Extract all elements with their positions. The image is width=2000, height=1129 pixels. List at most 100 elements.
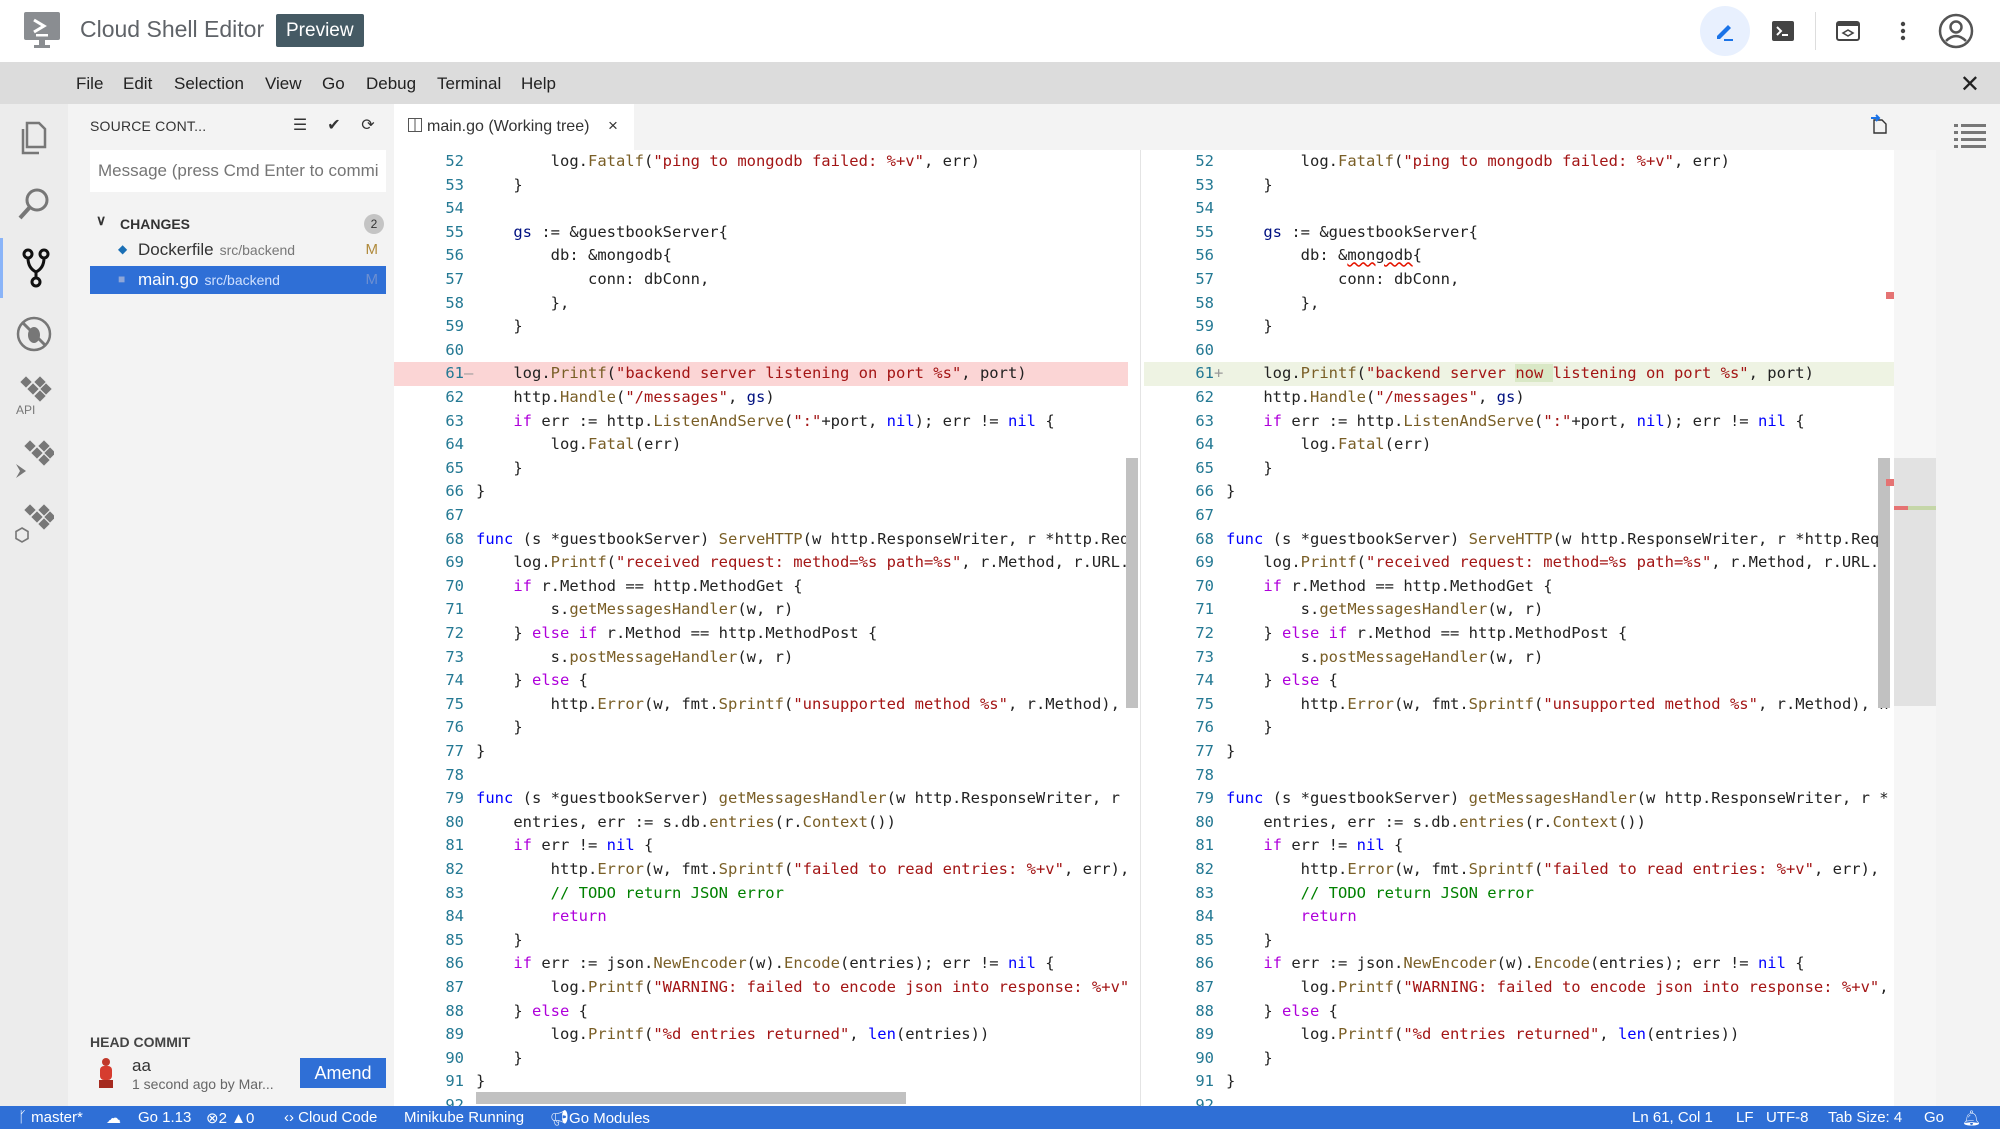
menu-go[interactable]: Go (322, 74, 345, 94)
code-line[interactable]: 88 } else { (1144, 1000, 1894, 1024)
code-line[interactable]: 76 } (394, 716, 1128, 740)
code-line[interactable]: 68 func (s *guestbookServer) ServeHTTP(w … (1144, 528, 1894, 552)
code-line[interactable]: 89 log.Printf("%d entries returned", len… (1144, 1023, 1894, 1047)
code-line[interactable]: 66} (1144, 480, 1894, 504)
code-line[interactable]: 64 log.Fatal(err) (394, 433, 1128, 457)
search-icon[interactable] (0, 174, 68, 234)
code-line[interactable]: 64 log.Fatal(err) (1144, 433, 1894, 457)
code-line[interactable]: 67 (1144, 504, 1894, 528)
code-line[interactable]: 87 log.Printf("WARNING: failed to encode… (1144, 976, 1894, 1000)
code-line[interactable]: 79 func (s *guestbookServer) getMessagesH… (1144, 787, 1894, 811)
code-line[interactable]: 83 // TODO return JSON error (394, 882, 1128, 906)
problems-status[interactable]: ⊗2 ▲0 (206, 1109, 254, 1127)
code-line[interactable]: 89 log.Printf("%d entries returned", len… (394, 1023, 1128, 1047)
code-line[interactable]: 71 s.getMessagesHandler(w, r) (394, 598, 1128, 622)
tab-main-go-working-tree[interactable]: main.go (Working tree) × (394, 104, 634, 150)
code-line[interactable]: 60 (1144, 339, 1894, 363)
code-line[interactable]: 73 s.postMessageHandler(w, r) (1144, 646, 1894, 670)
code-line[interactable]: 57 conn: dbConn, (1144, 268, 1894, 292)
added-line[interactable]: 61 + log.Printf("backend server now liste… (1144, 362, 1894, 386)
modified-pane[interactable]: 52 log.Fatalf("ping to mongodb failed: %… (1144, 150, 1894, 1106)
menu-view[interactable]: View (265, 74, 302, 94)
go-modules-status[interactable]: 📢︎Go Modules (550, 1109, 650, 1127)
code-line[interactable]: 69 log.Printf("received request: method=… (1144, 551, 1894, 575)
code-line[interactable]: 77} (1144, 740, 1894, 764)
code-line[interactable]: 52 log.Fatalf("ping to mongodb failed: %… (394, 150, 1128, 174)
code-line[interactable]: 66} (394, 480, 1128, 504)
close-icon[interactable]: ✕ (1960, 70, 1980, 99)
code-line[interactable]: 74 } else { (394, 669, 1128, 693)
changed-file-dockerfile[interactable]: ◆ Dockerfile src/backend M (90, 236, 386, 264)
code-line[interactable]: 81 if err != nil { (1144, 834, 1894, 858)
menu-edit[interactable]: Edit (123, 74, 152, 94)
code-line[interactable]: 75 http.Error(w, fmt.Sprintf("unsupporte… (394, 693, 1128, 717)
refresh-icon[interactable]: ⟳ (358, 114, 378, 136)
no-debug-icon[interactable] (0, 304, 68, 364)
code-line[interactable]: 63 if err := http.ListenAndServe(":"+por… (394, 410, 1128, 434)
open-file-icon[interactable] (1870, 114, 1888, 139)
code-line[interactable]: 92 (1144, 1094, 1894, 1106)
outline-list-icon[interactable] (1954, 124, 1986, 153)
code-line[interactable]: 65 } (1144, 457, 1894, 481)
account-icon[interactable] (1931, 6, 1981, 56)
code-line[interactable]: 90 } (394, 1047, 1128, 1071)
code-line[interactable]: 65 } (394, 457, 1128, 481)
code-line[interactable]: 85 } (394, 929, 1128, 953)
encoding[interactable]: UTF-8 (1766, 1109, 1809, 1126)
code-line[interactable]: 53 } (394, 174, 1128, 198)
menu-terminal[interactable]: Terminal (437, 74, 501, 94)
code-line[interactable]: 84 return (1144, 905, 1894, 929)
code-line[interactable]: 55 gs := &guestbookServer{ (1144, 221, 1894, 245)
web-preview-icon[interactable] (1823, 6, 1873, 56)
cloud-run-icon[interactable] (0, 430, 68, 490)
cloud-api-icon[interactable]: API (0, 366, 68, 426)
code-line[interactable]: 52 log.Fatalf("ping to mongodb failed: %… (1144, 150, 1894, 174)
tree-view-icon[interactable]: ☰ (290, 114, 310, 136)
menu-help[interactable]: Help (521, 74, 556, 94)
code-line[interactable]: 68 func (s *guestbookServer) ServeHTTP(w … (394, 528, 1128, 552)
branch-status[interactable]: ᚴ master* (18, 1109, 83, 1126)
code-line[interactable]: 57 conn: dbConn, (394, 268, 1128, 292)
code-line[interactable]: 77} (394, 740, 1128, 764)
left-horizontal-scrollbar[interactable] (476, 1092, 906, 1104)
code-line[interactable]: 80 entries, err := s.db.entries(r.Contex… (394, 811, 1128, 835)
code-line[interactable]: 75 http.Error(w, fmt.Sprintf("unsupporte… (1144, 693, 1894, 717)
code-line[interactable]: 58 }, (1144, 292, 1894, 316)
commit-message-input[interactable] (90, 150, 386, 192)
cloud-gke-icon[interactable] (0, 494, 68, 554)
code-line[interactable]: 67 (394, 504, 1128, 528)
code-line[interactable]: 86 if err := json.NewEncoder(w).Encode(e… (394, 952, 1128, 976)
more-vert-icon[interactable] (1878, 6, 1928, 56)
code-line[interactable]: 90 } (1144, 1047, 1894, 1071)
code-line[interactable]: 81 if err != nil { (394, 834, 1128, 858)
deleted-line[interactable]: 61— log.Printf("backend server listening… (394, 362, 1128, 386)
code-line[interactable]: 76 } (1144, 716, 1894, 740)
explorer-icon[interactable] (0, 108, 68, 168)
code-line[interactable]: 62 http.Handle("/messages", gs) (394, 386, 1128, 410)
tab-close-icon[interactable]: × (608, 116, 618, 136)
menu-selection[interactable]: Selection (174, 74, 244, 94)
right-vertical-scrollbar[interactable] (1878, 458, 1890, 708)
changed-file-main-go[interactable]: ■ main.go src/backend M (90, 266, 386, 294)
menu-debug[interactable]: Debug (366, 74, 416, 94)
code-line[interactable]: 62 http.Handle("/messages", gs) (1144, 386, 1894, 410)
original-pane[interactable]: 52 log.Fatalf("ping to mongodb failed: %… (394, 150, 1128, 1106)
code-line[interactable]: 71 s.getMessagesHandler(w, r) (1144, 598, 1894, 622)
code-line[interactable]: 85 } (1144, 929, 1894, 953)
code-line[interactable]: 56 db: &mongodb{ (1144, 244, 1894, 268)
code-line[interactable]: 74 } else { (1144, 669, 1894, 693)
notifications-bell-icon[interactable]: 🔔︎ (1962, 1109, 1981, 1127)
edit-pencil-icon[interactable] (1700, 6, 1750, 56)
amend-button[interactable]: Amend (300, 1058, 386, 1088)
code-line[interactable]: 87 log.Printf("WARNING: failed to encode… (394, 976, 1128, 1000)
minikube-status[interactable]: Minikube Running (404, 1109, 524, 1126)
code-line[interactable]: 53 } (1144, 174, 1894, 198)
cursor-position[interactable]: Ln 61, Col 1 (1632, 1109, 1713, 1126)
source-control-icon[interactable] (0, 238, 68, 298)
code-line[interactable]: 69 log.Printf("received request: method=… (394, 551, 1128, 575)
code-line[interactable]: 54 (1144, 197, 1894, 221)
code-line[interactable]: 60 (394, 339, 1128, 363)
terminal-icon[interactable] (1758, 6, 1808, 56)
code-line[interactable]: 58 }, (394, 292, 1128, 316)
menu-file[interactable]: File (76, 74, 103, 94)
